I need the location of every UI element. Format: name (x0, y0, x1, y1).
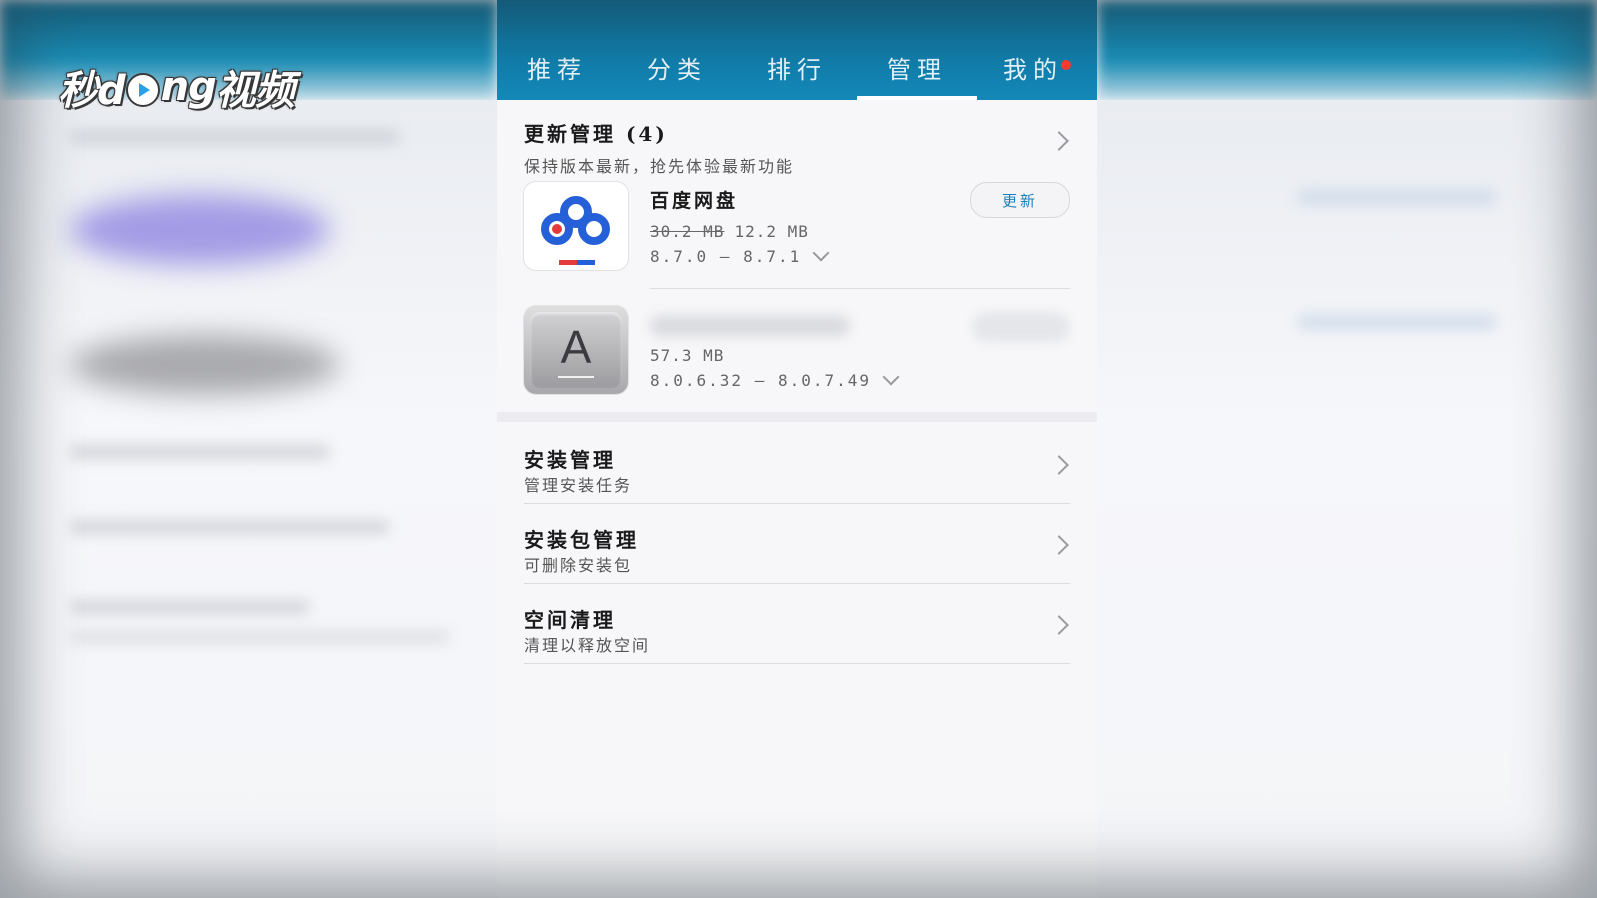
baidu-netdisk-icon (524, 182, 628, 270)
old-size: 30.2 MB (650, 222, 725, 241)
app-size: 30.2 MB 12.2 MB (650, 222, 809, 241)
update-management-header[interactable]: 更新管理 (4) 保持版本最新，抢先体验最新功能 (524, 118, 1070, 176)
update-button-blurred[interactable] (972, 312, 1070, 342)
top-navigation-bar: 推荐 分类 排行 管理 我的 (497, 0, 1097, 100)
app-version: 8.0.6.32 — 8.0.7.49 (650, 368, 900, 390)
update-app-row[interactable]: A 57.3 MB 8.0.6.32 — 8.0.7.49 (524, 306, 1070, 416)
divider (524, 503, 1070, 504)
section-subtitle: 保持版本最新，抢先体验最新功能 (524, 157, 795, 176)
blurred-background-left (0, 0, 497, 898)
space-cleanup-item[interactable]: 空间清理 清理以释放空间 (524, 586, 1070, 664)
chevron-right-icon (1049, 535, 1069, 555)
tab-category[interactable]: 分类 (617, 34, 737, 100)
app-a-icon: A (524, 306, 628, 394)
package-management-item[interactable]: 安装包管理 可删除安装包 (524, 506, 1070, 584)
new-size: 12.2 MB (734, 222, 809, 241)
app-name-blurred (650, 316, 850, 336)
chevron-down-icon[interactable] (882, 368, 900, 385)
blurred-background-right (1097, 0, 1597, 898)
tab-recommend[interactable]: 推荐 (497, 34, 617, 100)
notification-dot-icon (1061, 60, 1071, 70)
chevron-right-icon (1049, 615, 1069, 635)
watermark-logo: 秒d ng 视频 (58, 64, 295, 114)
chevron-down-icon[interactable] (812, 244, 830, 261)
screen: 秒d ng 视频 推荐 分类 排行 管理 我的 更新管理 (4) 保持版本最新，… (0, 0, 1597, 898)
tab-bar: 推荐 分类 排行 管理 我的 (497, 34, 1097, 100)
tab-ranking[interactable]: 排行 (737, 34, 857, 100)
tab-mine[interactable]: 我的 (977, 34, 1097, 100)
divider (524, 583, 1070, 584)
section-title: 更新管理 (4) (524, 122, 668, 146)
play-icon (125, 73, 160, 107)
install-management-item[interactable]: 安装管理 管理安装任务 (524, 426, 1070, 504)
app-size: 57.3 MB (650, 346, 725, 365)
app-name: 百度网盘 (650, 190, 739, 212)
tab-manage[interactable]: 管理 (857, 34, 977, 100)
chevron-right-icon (1049, 455, 1069, 475)
app-version: 8.7.0 — 8.7.1 (650, 244, 830, 266)
update-app-row[interactable]: 百度网盘 30.2 MB 12.2 MB 8.7.0 — 8.7.1 更新 (524, 182, 1070, 292)
divider (650, 288, 1070, 289)
update-button[interactable]: 更新 (970, 182, 1070, 218)
section-gap (497, 412, 1097, 422)
divider (524, 663, 1070, 664)
app-manager-panel: 推荐 分类 排行 管理 我的 更新管理 (4) 保持版本最新，抢先体验最新功能 (497, 0, 1097, 898)
